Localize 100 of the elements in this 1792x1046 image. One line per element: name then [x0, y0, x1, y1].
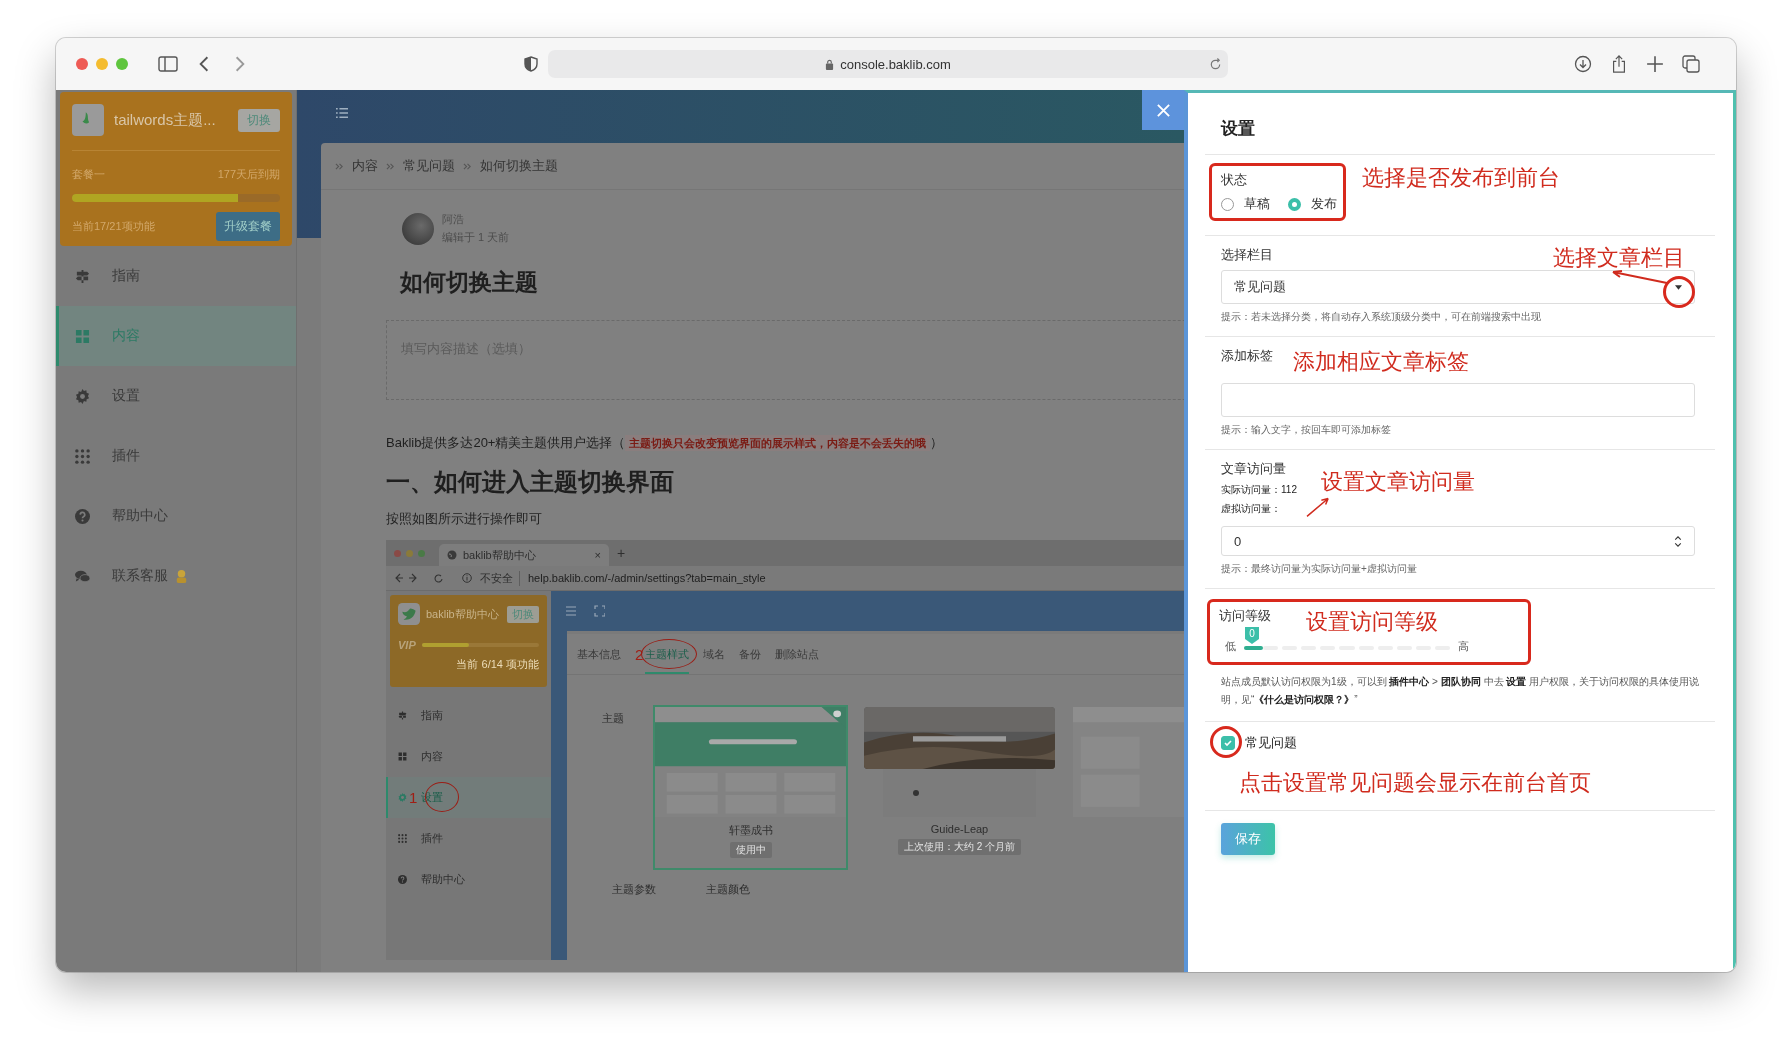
dots-grid-icon — [75, 448, 90, 464]
theme-status-badge: 使用中 — [729, 842, 772, 858]
share-icon[interactable] — [1610, 55, 1628, 73]
article-title[interactable]: 如何切换主题 — [400, 267, 1184, 298]
zoom-window-icon[interactable] — [116, 58, 128, 70]
grid-icon — [75, 328, 90, 344]
help-icon — [75, 508, 90, 524]
globe-icon — [447, 550, 457, 560]
nav-item[interactable]: 指南 — [56, 246, 296, 306]
field-label: 访问等级 — [1219, 607, 1271, 625]
nav-item[interactable]: 插件 — [386, 818, 551, 859]
upgrade-button[interactable]: 升级套餐 — [216, 212, 280, 241]
theme-card[interactable]: Guide-Leap 上次使用：大约 2 个月前 — [862, 705, 1057, 870]
step-number: 2 — [635, 645, 644, 663]
url-text: console.baklib.com — [840, 56, 951, 72]
tab-title: baklib帮助中心 — [463, 547, 536, 563]
zoom-window-icon — [418, 549, 425, 557]
nav-item[interactable]: 插件 — [56, 426, 296, 486]
shield-icon[interactable] — [524, 56, 538, 72]
browser-tab[interactable]: baklib帮助中心 × — [439, 544, 609, 566]
avatar — [402, 212, 434, 245]
expiry-text: 177天后到期 — [217, 167, 280, 182]
drawer-title: 设置 — [1205, 93, 1715, 155]
tab-close[interactable]: × — [594, 549, 601, 561]
security-label: 不安全 — [480, 570, 520, 586]
settings-tab[interactable]: 删除站点 — [775, 634, 820, 674]
settings-tab[interactable]: 域名 — [703, 634, 726, 674]
switch-button[interactable]: 切换 — [238, 108, 280, 132]
features-count: 当前17/21项功能 — [72, 219, 155, 234]
settings-icon — [398, 793, 407, 802]
new-tab-button[interactable]: + — [617, 545, 626, 561]
dots-grid-icon — [398, 834, 407, 843]
vip-label: VIP — [398, 639, 416, 651]
breadcrumb-link[interactable]: 常见问题 — [403, 157, 455, 175]
nav-item[interactable]: 帮助中心 — [56, 486, 296, 546]
actual-visits: 实际访问量：112 — [1221, 483, 1297, 497]
save-button[interactable]: 保存 — [1221, 823, 1275, 855]
section-label: 主题参数 — [612, 882, 656, 897]
tabs-icon[interactable] — [1682, 55, 1700, 73]
annotation-arrow — [1305, 496, 1331, 518]
theme-card[interactable]: 轩墨成书 使用中 — [653, 705, 848, 870]
theme-status-badge: 上次使用：大约 2 个月前 — [897, 839, 1022, 855]
close-icon — [1155, 102, 1171, 118]
spinner-icon[interactable] — [1674, 534, 1682, 548]
nav-item[interactable]: 设置 — [56, 366, 296, 426]
address-bar[interactable]: console.baklib.com — [548, 50, 1228, 78]
highlight-circle — [1663, 276, 1695, 308]
low-label: 低 — [1225, 639, 1236, 654]
hint-text: 提示：若未选择分类，将自动存入系统顶级分类中，可在前端搜索中出现 — [1221, 310, 1541, 324]
features-count: 当前 6/14 项功能 — [456, 657, 539, 672]
menu-icon[interactable] — [335, 107, 349, 119]
theme-label: 主题 — [602, 711, 625, 726]
lock-icon — [825, 58, 835, 70]
close-window-icon[interactable] — [76, 58, 88, 70]
slider-tooltip: 0 — [1245, 627, 1259, 644]
annotation-text: 选择文章栏目 — [1553, 246, 1685, 270]
reload-icon[interactable] — [1209, 57, 1222, 71]
category-select[interactable]: 常见问题 — [1221, 270, 1695, 304]
chevron-icon — [463, 161, 472, 171]
close-window-icon — [394, 549, 401, 557]
tags-input[interactable] — [1221, 383, 1695, 417]
signpost-icon — [398, 711, 407, 720]
intro-paragraph: Baklib提供多达20+精美主题供用户选择（ 主题切换只会改变预览界面的展示样式，内容是不会丢失的哦 ） — [386, 434, 945, 452]
sidebar-toggle-icon[interactable] — [158, 55, 178, 73]
breadcrumb-link[interactable]: 如何切换主题 — [480, 157, 558, 175]
settings-icon — [75, 388, 90, 404]
close-button[interactable] — [1142, 90, 1184, 130]
annotation-text: 点击设置常见问题会显示在前台首页 — [1239, 769, 1591, 797]
settings-tab[interactable]: 主题样式 — [645, 634, 690, 674]
site-name: baklib帮助中心 — [426, 606, 499, 622]
info-icon — [462, 573, 472, 583]
workspace-name: tailwords主题... — [114, 110, 217, 130]
download-icon[interactable] — [1574, 55, 1592, 73]
instruction-text: 按照如图所示进行操作即可 — [386, 510, 543, 528]
section-label: 主题颜色 — [706, 882, 750, 897]
minimize-window-icon — [406, 549, 413, 557]
settings-tab[interactable]: 备份 — [739, 634, 762, 674]
chevron-icon — [335, 161, 344, 171]
field-label: 添加标签 — [1221, 347, 1273, 365]
radio-option[interactable]: 发布 — [1288, 195, 1337, 213]
plus-icon[interactable] — [1646, 55, 1664, 73]
highlight-circle — [1210, 726, 1242, 758]
annotation-text: 设置文章访问量 — [1321, 470, 1475, 494]
visits-input[interactable]: 0 — [1221, 526, 1695, 556]
settings-tab[interactable]: 基本信息 — [577, 634, 621, 674]
annotation-text: 设置访问等级 — [1306, 610, 1438, 635]
field-label: 状态 — [1221, 171, 1247, 189]
grid-icon — [398, 752, 407, 761]
nav-item[interactable]: 联系客服 — [56, 546, 296, 606]
nav-item[interactable]: 帮助中心 — [386, 859, 551, 900]
nav-item[interactable]: 指南 — [386, 695, 551, 736]
annotation-text: 添加相应文章标签 — [1293, 348, 1469, 376]
chat-icon — [75, 568, 90, 584]
step-number: 1 — [409, 789, 418, 806]
radio-option[interactable]: 草稿 — [1221, 195, 1270, 213]
breadcrumb-link[interactable]: 内容 — [352, 157, 378, 175]
chevron-icon — [386, 161, 395, 171]
nav-item[interactable]: 内容 — [386, 736, 551, 777]
menu-expand-icon[interactable] — [565, 605, 605, 617]
faq-checkbox[interactable]: 常见问题 — [1221, 732, 1715, 754]
